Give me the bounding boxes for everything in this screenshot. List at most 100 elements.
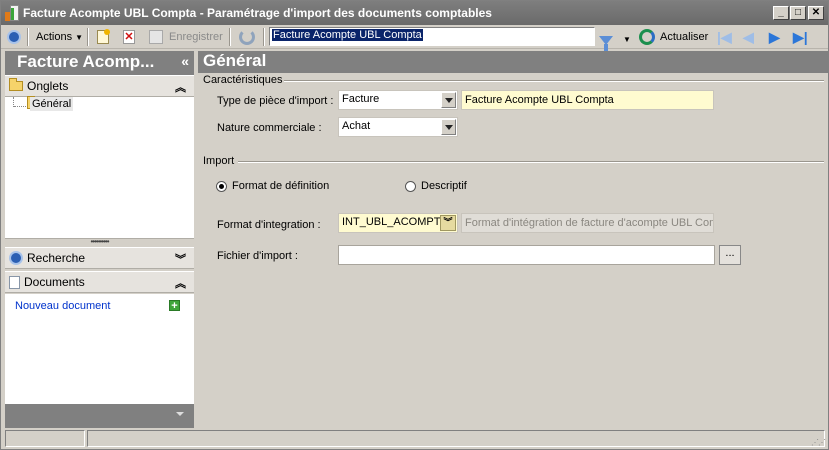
page-icon bbox=[9, 275, 20, 289]
toolbar-separator bbox=[229, 28, 231, 46]
filter-dropdown-button[interactable]: ▼ bbox=[623, 29, 631, 49]
actions-label: Actions bbox=[36, 31, 73, 43]
radio-descriptive-label: Descriptif bbox=[421, 180, 467, 192]
tree-item-general[interactable]: Général bbox=[27, 96, 74, 111]
chevron-down-icon[interactable] bbox=[441, 119, 456, 135]
status-cell bbox=[5, 430, 85, 447]
minimize-button[interactable]: _ bbox=[773, 6, 789, 20]
chevron-down-icon: ▼ bbox=[623, 34, 631, 44]
resize-grip-icon[interactable]: ⋰⋰ bbox=[811, 438, 826, 447]
save-icon bbox=[149, 30, 163, 44]
new-document-link[interactable]: Nouveau document bbox=[15, 300, 110, 312]
double-chevron-down-icon[interactable]: ︾ bbox=[440, 215, 456, 231]
nature-label: Nature commerciale : bbox=[217, 122, 322, 134]
home-circle-icon bbox=[7, 30, 21, 44]
status-cell bbox=[87, 430, 825, 447]
home-button[interactable] bbox=[7, 27, 21, 47]
delete-button[interactable]: ✕ bbox=[123, 27, 135, 47]
integration-format-label: Format d'integration : bbox=[217, 219, 321, 231]
integration-format-description: Format d'intégration de facture d'acompt… bbox=[461, 213, 714, 233]
window-title: Facture Acompte UBL Compta - Paramétrage… bbox=[23, 6, 492, 20]
chevron-up-icon[interactable]: ︽ bbox=[175, 79, 186, 95]
search-input[interactable]: Facture Acompte UBL Compta bbox=[269, 27, 595, 46]
tabs-tree: Général bbox=[5, 96, 194, 239]
import-group-title: Import bbox=[203, 155, 235, 167]
save-button[interactable]: Enregistrer bbox=[149, 27, 223, 47]
toolbar-separator bbox=[87, 28, 89, 46]
next-record-icon: ▶ bbox=[769, 28, 780, 45]
sync-button[interactable] bbox=[239, 27, 255, 47]
radio-definition-format[interactable]: Format de définition bbox=[216, 180, 329, 192]
status-bar: ⋰⋰ bbox=[1, 428, 828, 449]
import-file-label: Fichier d'import : bbox=[217, 250, 298, 262]
maximize-button[interactable]: □ bbox=[790, 6, 806, 20]
last-record-button[interactable]: ▶| bbox=[793, 27, 808, 47]
toolbar-separator bbox=[27, 28, 29, 46]
doc-type-value: Facture bbox=[342, 93, 380, 105]
characteristics-group-title: Caractéristiques bbox=[203, 74, 283, 86]
integration-format-value: INT_UBL_ACOMPTE bbox=[342, 216, 448, 228]
filter-button[interactable] bbox=[599, 30, 613, 51]
filter-icon bbox=[599, 35, 613, 51]
refresh-button[interactable]: Actualiser bbox=[639, 27, 708, 47]
browse-button[interactable]: ... bbox=[719, 245, 741, 265]
first-record-icon: |◀ bbox=[717, 28, 732, 45]
tabs-section-label: Onglets bbox=[27, 79, 69, 93]
chevron-down-icon: ▼ bbox=[75, 32, 83, 42]
nature-select[interactable]: Achat bbox=[338, 117, 458, 137]
search-section-header[interactable]: Recherche ︾ bbox=[5, 247, 194, 269]
search-section-label: Recherche bbox=[27, 251, 86, 265]
documents-section-label: Documents bbox=[24, 275, 85, 289]
left-panel-header: Facture Acomp... « bbox=[5, 51, 194, 75]
main-panel: Caractéristiques Type de pièce d'import … bbox=[198, 73, 828, 428]
page-title: Général bbox=[203, 51, 267, 70]
tree-item-label: Général bbox=[30, 97, 74, 111]
plus-icon[interactable]: + bbox=[169, 300, 180, 312]
group-divider bbox=[284, 80, 824, 82]
radio-descriptive[interactable]: Descriptif bbox=[405, 180, 467, 192]
save-label: Enregistrer bbox=[169, 31, 223, 43]
new-button[interactable] bbox=[97, 27, 110, 47]
doc-type-description: Facture Acompte UBL Compta bbox=[461, 90, 714, 110]
new-document-icon bbox=[97, 29, 110, 44]
search-input-value: Facture Acompte UBL Compta bbox=[272, 29, 423, 41]
chevron-down-icon[interactable] bbox=[176, 412, 184, 416]
main-panel-header: Général bbox=[198, 51, 828, 73]
title-bar: Facture Acompte UBL Compta - Paramétrage… bbox=[1, 1, 828, 25]
previous-record-icon: ◀ bbox=[743, 28, 754, 45]
toolbar-separator bbox=[263, 28, 265, 46]
tabs-section-header[interactable]: Onglets ︽ bbox=[5, 75, 194, 97]
sync-icon bbox=[239, 29, 255, 45]
refresh-icon bbox=[639, 29, 655, 45]
refresh-label: Actualiser bbox=[660, 31, 709, 43]
integration-format-select[interactable]: INT_UBL_ACOMPTE ︾ bbox=[338, 213, 458, 233]
chevron-down-icon[interactable]: ︾ bbox=[175, 251, 186, 267]
doc-type-select[interactable]: Facture bbox=[338, 90, 458, 110]
collapse-panel-icon[interactable]: « bbox=[181, 53, 189, 69]
doc-type-label: Type de pièce d'import : bbox=[217, 95, 334, 107]
radio-checked-icon bbox=[216, 180, 227, 192]
documents-section-header[interactable]: Documents ︽ bbox=[5, 271, 194, 293]
left-panel-footer bbox=[5, 404, 194, 428]
folder-icon bbox=[9, 78, 23, 91]
panel-splitter[interactable]: •••••••••• bbox=[5, 238, 194, 247]
next-record-button[interactable]: ▶ bbox=[769, 27, 780, 47]
tree-connector bbox=[14, 106, 26, 107]
previous-record-button[interactable]: ◀ bbox=[743, 27, 754, 47]
close-button[interactable]: ✕ bbox=[808, 6, 824, 20]
actions-menu-button[interactable]: Actions ▼ bbox=[36, 27, 83, 47]
left-panel-title: Facture Acomp... bbox=[17, 52, 155, 71]
import-file-input[interactable] bbox=[338, 245, 715, 265]
delete-icon: ✕ bbox=[123, 30, 135, 44]
first-record-button[interactable]: |◀ bbox=[717, 27, 732, 47]
last-record-icon: ▶| bbox=[793, 28, 808, 45]
chevron-down-icon[interactable] bbox=[441, 92, 456, 108]
group-divider bbox=[238, 161, 824, 163]
radio-unchecked-icon bbox=[405, 180, 416, 192]
documents-list: Nouveau document + bbox=[5, 294, 194, 404]
chevron-up-icon[interactable]: ︽ bbox=[175, 275, 186, 291]
app-icon bbox=[5, 5, 19, 21]
radio-definition-label: Format de définition bbox=[232, 180, 330, 192]
app-window: Facture Acompte UBL Compta - Paramétrage… bbox=[0, 0, 829, 450]
search-circle-icon bbox=[9, 251, 23, 265]
